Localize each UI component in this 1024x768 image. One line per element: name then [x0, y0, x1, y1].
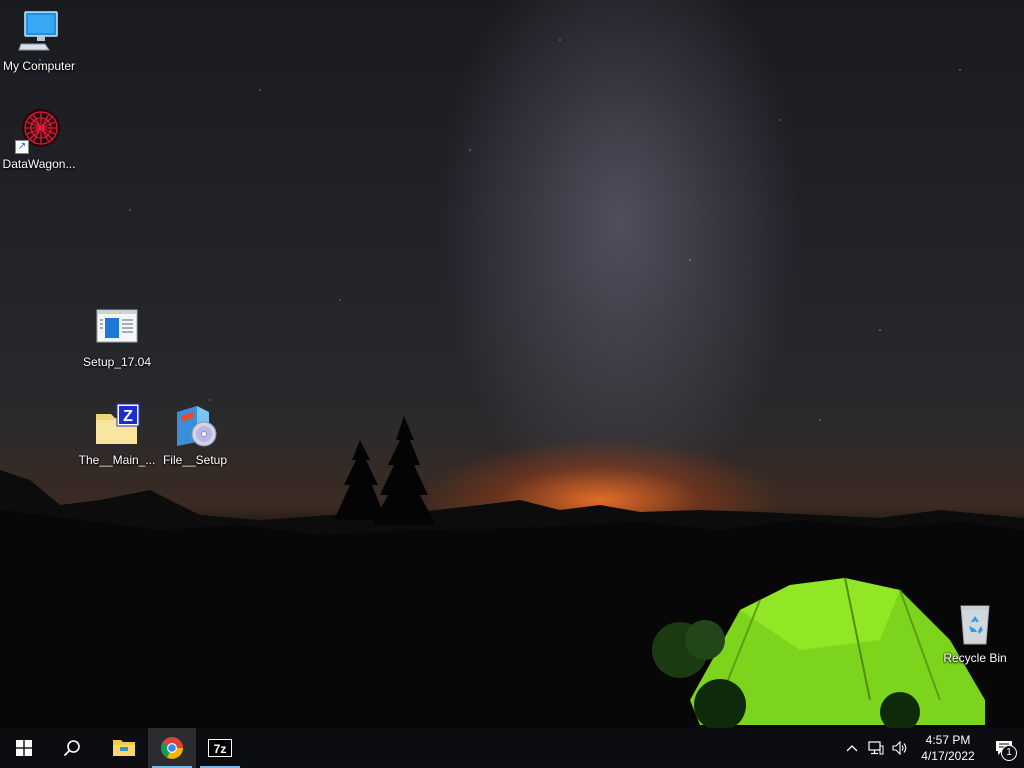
system-tray: 4:57 PM 4/17/2022 1 — [840, 728, 1024, 768]
chrome-icon — [161, 737, 183, 759]
recycle-bin-icon — [951, 600, 999, 648]
clock-time: 4:57 PM — [925, 733, 971, 747]
windows-logo-icon — [16, 740, 32, 756]
clock-date: 4/17/2022 — [921, 749, 975, 763]
taskbar-file-explorer[interactable] — [100, 728, 148, 768]
taskbar-clock[interactable]: 4:57 PM 4/17/2022 — [912, 728, 984, 768]
action-center-button[interactable]: 1 — [984, 728, 1024, 768]
chevron-up-icon — [846, 745, 858, 752]
setup-window-icon — [93, 304, 141, 352]
icon-label: The__Main_... — [78, 453, 156, 467]
taskbar: 7z 4:57 PM 4/17/2022 1 — [0, 728, 1024, 768]
network-icon — [868, 741, 884, 755]
notification-count-badge: 1 — [1001, 745, 1017, 761]
zip-folder-icon: Z — [93, 402, 141, 450]
volume-icon — [892, 741, 907, 755]
network-button[interactable] — [864, 728, 888, 768]
search-icon — [63, 740, 80, 757]
icon-label: DataWagon... — [2, 157, 76, 171]
desktop: My Computer ↗ DataWagon... Setup_17.04 Z… — [0, 0, 1024, 768]
search-button[interactable] — [48, 728, 96, 768]
icon-label: Recycle Bin — [943, 651, 1007, 665]
taskbar-7zip[interactable]: 7z — [196, 728, 244, 768]
icon-label: Setup_17.04 — [82, 355, 152, 369]
desktop-icon-file-setup[interactable]: File__Setup — [156, 402, 234, 467]
desktop-icon-the-main[interactable]: Z The__Main_... — [78, 402, 156, 467]
desktop-icon-my-computer[interactable]: My Computer — [0, 8, 78, 73]
taskbar-chrome[interactable] — [148, 728, 196, 768]
volume-button[interactable] — [888, 728, 912, 768]
icon-label: File__Setup — [162, 453, 228, 467]
7zip-icon: 7z — [208, 739, 232, 757]
installer-icon — [171, 402, 219, 450]
icon-label: My Computer — [2, 59, 76, 73]
shortcut-arrow-icon: ↗ — [15, 140, 29, 154]
svg-text:Z: Z — [123, 408, 133, 425]
datawagon-icon: ↗ — [15, 106, 63, 154]
start-button[interactable] — [0, 728, 48, 768]
desktop-icon-recycle-bin[interactable]: Recycle Bin — [936, 600, 1014, 665]
computer-icon — [15, 8, 63, 56]
desktop-icon-datawagon[interactable]: ↗ DataWagon... — [0, 106, 78, 171]
show-hidden-icons-button[interactable] — [840, 728, 864, 768]
folder-icon — [113, 740, 135, 756]
desktop-icon-setup-17-04[interactable]: Setup_17.04 — [78, 304, 156, 369]
